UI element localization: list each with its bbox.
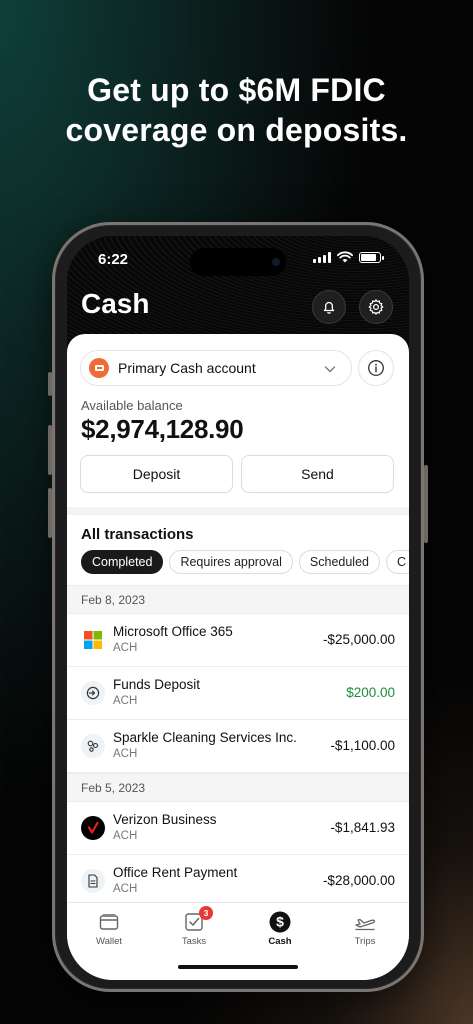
balance-value: $2,974,128.90 <box>81 414 244 444</box>
filter-chip-more[interactable]: C <box>385 550 409 574</box>
deposit-button[interactable]: Deposit <box>80 455 233 493</box>
headline-line-2: coverage on deposits. <box>65 112 408 148</box>
filter-chip-scheduled[interactable]: Scheduled <box>298 550 380 574</box>
bell-icon <box>323 301 335 314</box>
tab-wallet[interactable]: Wallet <box>79 911 139 947</box>
send-button[interactable]: Send <box>241 455 394 493</box>
filter-chip-completed[interactable]: Completed <box>81 550 164 574</box>
deposit-icon <box>81 681 105 705</box>
transaction-method: ACH <box>113 830 138 842</box>
verizon-logo-icon <box>81 816 105 840</box>
battery-icon <box>359 251 384 263</box>
balance-label: Available balance <box>81 398 183 413</box>
phone-power-button <box>424 465 428 543</box>
phone-volume-down <box>48 488 52 538</box>
wifi-icon <box>337 251 353 263</box>
tab-trips[interactable]: Trips <box>335 911 395 947</box>
tab-label: Wallet <box>95 936 123 947</box>
marketing-headline: Get up to $6M FDIC coverage on deposits. <box>0 70 473 150</box>
transaction-amount: -$1,841.93 <box>330 820 395 835</box>
transaction-row[interactable]: Verizon Business ACH -$1,841.93 <box>67 802 409 855</box>
phone-volume-up <box>48 425 52 475</box>
account-info-button[interactable] <box>358 350 394 386</box>
chevron-down-icon <box>324 366 336 373</box>
account-logo-icon <box>89 358 109 378</box>
header-area: 6:22 Cash <box>67 236 409 346</box>
transaction-amount: -$1,100.00 <box>330 738 395 753</box>
account-name: Primary Cash account <box>118 360 256 376</box>
transaction-row[interactable]: Office Rent Payment ACH -$28,000.00 <box>67 855 409 908</box>
transaction-row[interactable]: Sparkle Cleaning Services Inc. ACH -$1,1… <box>67 720 409 773</box>
tab-tasks[interactable]: 3 Tasks <box>164 906 224 947</box>
phone-silent-switch <box>48 372 52 396</box>
transaction-name: Sparkle Cleaning Services Inc. <box>113 730 297 745</box>
dollar-icon: $ <box>269 911 291 933</box>
battery-level <box>361 253 377 261</box>
status-time: 6:22 <box>98 251 129 268</box>
page-title: Cash <box>81 288 150 319</box>
svg-text:$: $ <box>276 914 284 930</box>
filter-chips: Completed Requires approval Scheduled C <box>81 550 409 574</box>
transaction-name: Microsoft Office 365 <box>113 624 233 639</box>
cash-card: Primary Cash account Available balance $… <box>67 334 409 980</box>
tab-bar: Wallet 3 Tasks $ Cash Trips <box>67 902 409 980</box>
transaction-method: ACH <box>113 695 138 707</box>
home-indicator <box>178 965 298 969</box>
phone-screen: 6:22 Cash Primary Cash account Available… <box>67 236 409 980</box>
camera-lens <box>272 258 280 266</box>
transaction-method: ACH <box>113 883 138 895</box>
section-divider <box>67 507 409 515</box>
tab-label: Trips <box>354 936 376 947</box>
plane-icon <box>355 918 376 931</box>
transaction-amount: $200.00 <box>346 685 395 700</box>
headline-line-1: Get up to $6M FDIC <box>87 72 386 108</box>
transaction-amount: -$25,000.00 <box>322 632 395 647</box>
filter-chip-requires-approval[interactable]: Requires approval <box>169 550 293 574</box>
signal-icon <box>313 251 331 263</box>
wallet-icon <box>99 914 119 930</box>
status-icons <box>313 251 384 263</box>
transaction-method: ACH <box>113 748 138 760</box>
bubbles-icon <box>81 734 105 758</box>
account-selector[interactable]: Primary Cash account <box>80 350 352 386</box>
transactions-title: All transactions <box>81 526 194 543</box>
tab-label: Tasks <box>181 936 207 947</box>
transaction-name: Office Rent Payment <box>113 865 238 880</box>
transaction-name: Funds Deposit <box>113 677 201 692</box>
transaction-row[interactable]: Microsoft Office 365 ACH -$25,000.00 <box>67 614 409 667</box>
date-header: Feb 5, 2023 <box>67 773 409 802</box>
notifications-button[interactable] <box>312 290 346 324</box>
transaction-amount: -$28,000.00 <box>322 873 395 888</box>
transaction-row[interactable]: Funds Deposit ACH $200.00 <box>67 667 409 720</box>
document-icon <box>81 869 105 893</box>
gear-icon <box>368 299 384 315</box>
microsoft-logo-icon <box>81 628 105 652</box>
tab-label: Cash <box>268 936 292 947</box>
tasks-badge: 3 <box>199 906 213 920</box>
tab-cash[interactable]: $ Cash <box>250 911 310 947</box>
settings-button[interactable] <box>359 290 393 324</box>
date-header: Feb 8, 2023 <box>67 585 409 614</box>
transaction-method: ACH <box>113 642 138 654</box>
transaction-name: Verizon Business <box>113 812 217 827</box>
info-icon <box>368 360 384 376</box>
